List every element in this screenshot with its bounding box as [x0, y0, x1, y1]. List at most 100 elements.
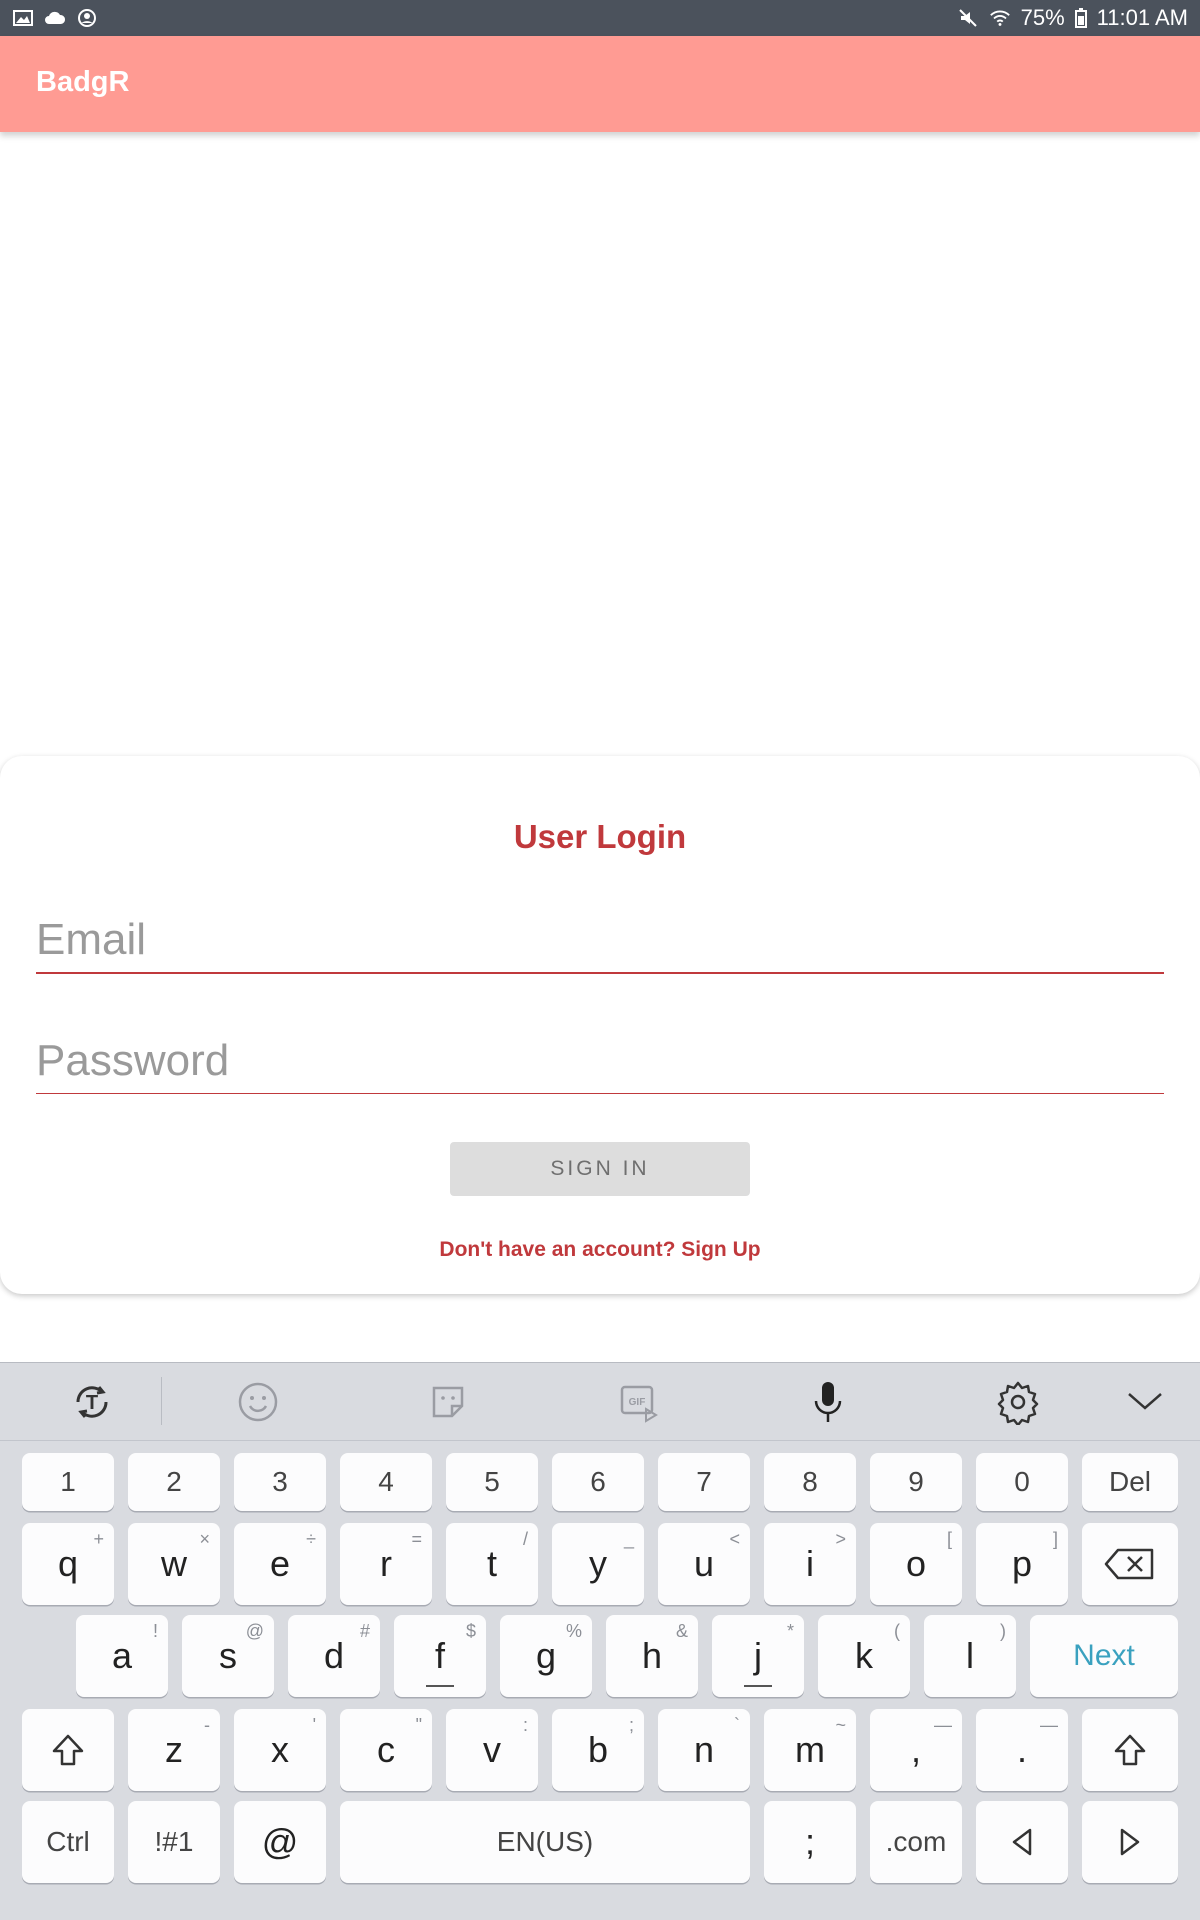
key-t[interactable]: t /	[446, 1523, 538, 1605]
app-title: BadgR	[36, 66, 130, 98]
key-p[interactable]: p]	[976, 1523, 1068, 1605]
account-icon	[76, 9, 98, 27]
key-u[interactable]: u <	[658, 1523, 750, 1605]
clock: 11:01 AM	[1096, 5, 1188, 30]
key-n[interactable]: n `	[658, 1709, 750, 1791]
key-p-hint: ]	[1052, 1529, 1058, 1549]
key-g[interactable]: g%	[500, 1615, 592, 1697]
symbols-key[interactable]: !#1	[128, 1801, 220, 1883]
key-r-label: r	[380, 1543, 392, 1584]
key-2[interactable]: 2	[128, 1453, 220, 1511]
space-key[interactable]: EN(US)	[340, 1801, 750, 1883]
key-comma[interactable]: , —	[870, 1709, 962, 1791]
key-b[interactable]: b;	[552, 1709, 644, 1791]
email-field[interactable]	[36, 908, 1164, 974]
key-7[interactable]: 7	[658, 1453, 750, 1511]
key-k-hint: (	[894, 1621, 900, 1641]
mute-icon	[957, 9, 979, 27]
delete-key-label: Del	[1108, 1466, 1151, 1497]
key-o-hint: [	[946, 1529, 952, 1549]
key-i[interactable]: i >	[764, 1523, 856, 1605]
key-q[interactable]: q +	[22, 1523, 114, 1605]
key-r[interactable]: r =	[340, 1523, 432, 1605]
key-h-label: h	[641, 1635, 663, 1676]
key-6[interactable]: 6	[552, 1453, 644, 1511]
microphone-icon[interactable]	[803, 1377, 853, 1427]
key-8[interactable]: 8	[764, 1453, 856, 1511]
delete-key[interactable]: Del	[1082, 1453, 1178, 1511]
key-u-hint: <	[729, 1529, 740, 1549]
collapse-chevron-icon[interactable]	[1120, 1377, 1170, 1427]
key-4[interactable]: 4	[340, 1453, 432, 1511]
ctrl-key[interactable]: Ctrl	[22, 1801, 114, 1883]
key-x[interactable]: x '	[234, 1709, 326, 1791]
key-x-label: x	[271, 1729, 289, 1770]
shift-right-key[interactable]	[1082, 1709, 1178, 1791]
text-mode-icon[interactable]: T	[67, 1377, 117, 1427]
key-v-label: v	[483, 1729, 501, 1770]
app-bar: BadgR	[0, 36, 1200, 132]
key-l-label: l	[966, 1635, 974, 1676]
key-z[interactable]: z-	[128, 1709, 220, 1791]
key-5-label: 5	[484, 1466, 500, 1497]
key-d[interactable]: d #	[288, 1615, 380, 1697]
settings-icon[interactable]	[993, 1377, 1043, 1427]
key-o-label: o	[905, 1543, 927, 1584]
key-v[interactable]: v:	[446, 1709, 538, 1791]
wifi-icon	[989, 9, 1011, 27]
sign-up-link[interactable]: Don't have an account? Sign Up	[0, 1238, 1200, 1262]
key-c[interactable]: c "	[340, 1709, 432, 1791]
key-8-label: 8	[802, 1466, 818, 1497]
key-s-hint: @	[245, 1621, 264, 1641]
key-u-label: u	[693, 1543, 715, 1584]
battery-icon	[1074, 8, 1087, 28]
password-field[interactable]	[36, 1028, 1164, 1094]
key-e[interactable]: e ÷	[234, 1523, 326, 1605]
key-j-label: j	[754, 1635, 762, 1676]
on-screen-keyboard: T GIF 1 2 3 4 5 6 7 8 9 0 Del q + w × e ÷ r = t / y _ u < i > o[p] a…	[0, 1362, 1200, 1920]
at-key-label: @	[261, 1821, 299, 1862]
key-j[interactable]: j *	[712, 1615, 804, 1697]
key-comma-hint: —	[934, 1715, 952, 1735]
key-a-hint: !	[152, 1621, 158, 1641]
key-h[interactable]: h &	[606, 1615, 698, 1697]
semicolon-key[interactable]: ;	[764, 1801, 856, 1883]
key-1-label: 1	[60, 1466, 76, 1497]
key-5[interactable]: 5	[446, 1453, 538, 1511]
key-3[interactable]: 3	[234, 1453, 326, 1511]
backspace-key[interactable]	[1082, 1523, 1178, 1605]
gallery-icon	[12, 9, 34, 27]
key-k[interactable]: k(	[818, 1615, 910, 1697]
key-a[interactable]: a!	[76, 1615, 168, 1697]
key-a-label: a	[111, 1635, 133, 1676]
cursor-left-key[interactable]	[976, 1801, 1068, 1883]
at-key[interactable]: @	[234, 1801, 326, 1883]
cursor-right-key[interactable]	[1082, 1801, 1178, 1883]
key-e-hint: ÷	[306, 1529, 316, 1549]
key-s[interactable]: s @	[182, 1615, 274, 1697]
key-i-hint: >	[835, 1529, 846, 1549]
emoji-icon[interactable]	[233, 1377, 283, 1427]
gif-icon[interactable]: GIF	[614, 1377, 664, 1427]
key-f[interactable]: f $	[394, 1615, 486, 1697]
key-m[interactable]: m ~	[764, 1709, 856, 1791]
shift-left-key[interactable]	[22, 1709, 114, 1791]
toolbar-divider	[161, 1377, 162, 1425]
symbols-key-label: !#1	[154, 1826, 194, 1857]
home-key-marker	[426, 1685, 454, 1687]
key-w[interactable]: w ×	[128, 1523, 220, 1605]
key-b-label: b	[587, 1729, 609, 1770]
key-l[interactable]: l)	[924, 1615, 1016, 1697]
sign-in-button[interactable]: SIGN IN	[450, 1142, 750, 1196]
sticker-icon[interactable]	[423, 1377, 473, 1427]
key-o[interactable]: o[	[870, 1523, 962, 1605]
next-key[interactable]: Next	[1030, 1615, 1178, 1697]
key-y[interactable]: y _	[552, 1523, 644, 1605]
key-9[interactable]: 9	[870, 1453, 962, 1511]
key-period[interactable]: . —	[976, 1709, 1068, 1791]
key-i-label: i	[806, 1543, 814, 1584]
key-1[interactable]: 1	[22, 1453, 114, 1511]
keyboard-toolbar: T GIF	[0, 1363, 1200, 1441]
dotcom-key[interactable]: .com	[870, 1801, 962, 1883]
key-0[interactable]: 0	[976, 1453, 1068, 1511]
